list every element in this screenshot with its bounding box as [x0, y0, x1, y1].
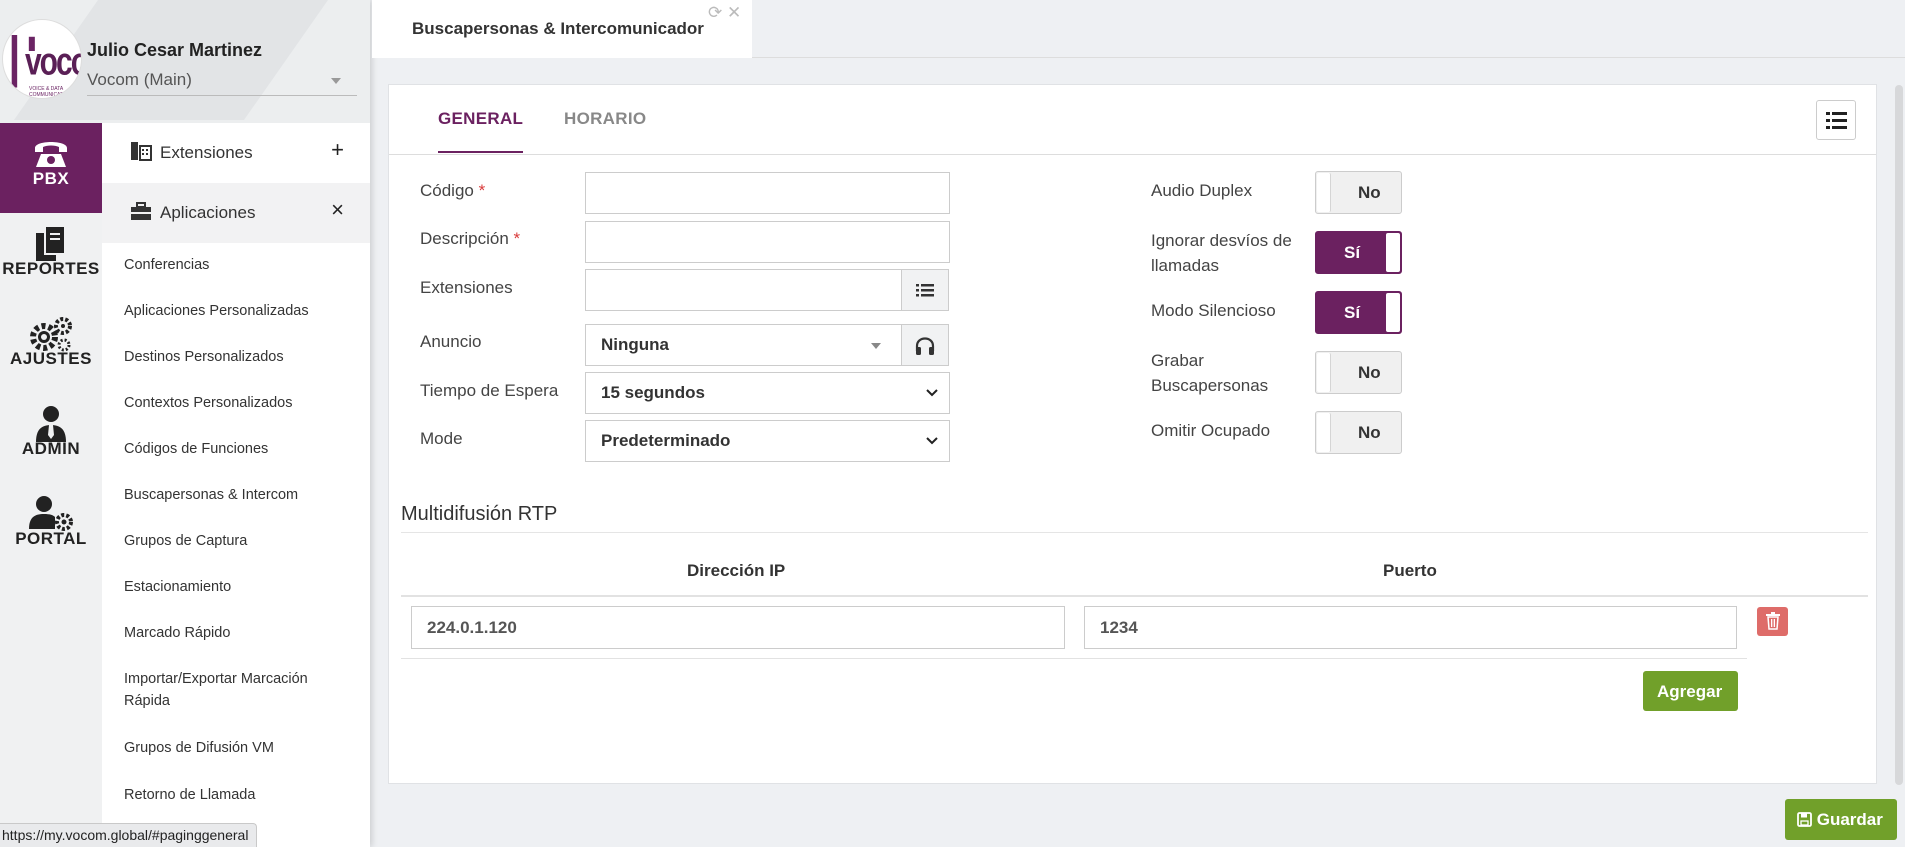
grabar-buscapersonas-toggle[interactable]: No: [1315, 351, 1402, 394]
rtp-ip-input[interactable]: 224.0.1.120: [411, 606, 1065, 649]
expand-icon[interactable]: +: [331, 137, 344, 163]
anuncio-play-button[interactable]: [901, 324, 949, 366]
menu-extensiones[interactable]: Extensiones +: [102, 123, 370, 183]
mode-label: Mode: [420, 429, 463, 448]
extensiones-picker-button[interactable]: [901, 269, 949, 311]
chevron-down-icon: [926, 389, 938, 397]
ip-column-header: Dirección IP: [687, 561, 786, 580]
audio-duplex-label: Audio Duplex: [1151, 181, 1253, 200]
tiempo-label: Tiempo de Espera: [420, 381, 559, 400]
menu-item-buscapersonas[interactable]: Buscapersonas & Intercom: [124, 484, 354, 506]
audio-duplex-toggle[interactable]: No: [1315, 171, 1402, 214]
admin-user-icon: [0, 393, 102, 442]
tenant-select[interactable]: Vocom (Main): [87, 70, 357, 96]
collapse-icon[interactable]: ×: [331, 197, 344, 223]
toolbox-icon: [130, 201, 152, 226]
anuncio-value: Ninguna: [601, 335, 669, 354]
divider: [401, 658, 1747, 659]
document-tab-bar: Buscapersonas & Intercomunicador ⟳ ✕: [372, 0, 1905, 58]
modo-silencioso-label: Modo Silencioso: [1151, 301, 1276, 320]
rail-item-pbx[interactable]: PBX: [0, 123, 102, 213]
rail-item-reportes[interactable]: REPORTES: [0, 213, 102, 303]
anuncio-label: Anuncio: [420, 332, 482, 351]
codigo-input[interactable]: [585, 172, 950, 214]
menu-aplicaciones-label: Aplicaciones: [160, 203, 256, 222]
menu-item-importar-exportar[interactable]: Importar/Exportar Marcación Rápida: [124, 668, 354, 712]
mode-select[interactable]: Predeterminado: [585, 420, 950, 462]
anuncio-select[interactable]: Ninguna: [585, 324, 902, 366]
tiempo-select[interactable]: 15 segundos: [585, 372, 950, 414]
rail-item-admin[interactable]: ADMIN: [0, 393, 102, 483]
list-icon: [916, 284, 934, 297]
module-rail: PBX REPORTES AJUSTES ADMIN PORTAL: [0, 123, 102, 847]
caret-down-icon: [871, 343, 881, 349]
status-bar-url: https://my.vocom.global/#paginggeneral: [0, 823, 258, 847]
building-icon: [130, 141, 152, 166]
phone-icon: [0, 123, 102, 169]
documents-icon: [0, 213, 102, 261]
menu-item-destinos-personalizados[interactable]: Destinos Personalizados: [124, 346, 354, 368]
ignorar-desvios-label: Ignorar desvíos de llamadas: [1151, 231, 1292, 275]
document-tab-title: Buscapersonas & Intercomunicador: [412, 19, 704, 38]
menu-item-grupos-captura[interactable]: Grupos de Captura: [124, 530, 354, 552]
chevron-down-icon: [926, 437, 938, 445]
rtp-section-title: Multidifusión RTP: [401, 503, 558, 525]
delete-row-button[interactable]: [1757, 607, 1788, 636]
guardar-label: Guardar: [1816, 810, 1883, 829]
mode-value: Predeterminado: [601, 431, 731, 450]
user-name: Julio Cesar Martinez: [87, 40, 263, 60]
tenant-label: Vocom (Main): [87, 70, 192, 89]
agregar-button[interactable]: Agregar: [1643, 671, 1738, 711]
codigo-label: Código *: [420, 181, 486, 200]
ignorar-desvios-toggle[interactable]: Sí: [1315, 231, 1402, 274]
sidebar: |' vocom VOICE & DATA COMMUNICATIONS Jul…: [0, 0, 370, 847]
close-icon[interactable]: ✕: [727, 3, 741, 22]
caret-down-icon: [331, 78, 341, 84]
descripcion-label: Descripción *: [420, 229, 521, 248]
rtp-port-input[interactable]: 1234: [1084, 606, 1737, 649]
extensiones-label: Extensiones: [420, 278, 513, 297]
menu-item-marcado-rapido[interactable]: Marcado Rápido: [124, 622, 354, 644]
menu-item-grupos-difusion-vm[interactable]: Grupos de Difusión VM: [124, 737, 354, 759]
rail-item-ajustes[interactable]: AJUSTES: [0, 303, 102, 393]
menu-item-retorno-llamada[interactable]: Retorno de Llamada: [124, 784, 354, 806]
grabar-buscapersonas-label: Grabar Buscapersonas: [1151, 351, 1269, 395]
list-icon: [1826, 112, 1847, 129]
menu-item-contextos-personalizados[interactable]: Contextos Personalizados: [124, 392, 354, 414]
submenu: Extensiones + Aplicaciones × Conferencia…: [102, 123, 370, 847]
user-gear-icon: [0, 483, 102, 531]
guardar-button[interactable]: Guardar: [1785, 799, 1897, 840]
tab-general[interactable]: GENERAL: [438, 109, 524, 153]
content-panel: GENERAL HORARIO Código * Descripción * E…: [388, 84, 1877, 784]
divider: [401, 595, 1868, 597]
modo-silencioso-toggle[interactable]: Sí: [1315, 291, 1402, 334]
descripcion-input[interactable]: [585, 221, 950, 263]
port-column-header: Puerto: [1383, 561, 1437, 580]
list-view-button[interactable]: [1816, 100, 1856, 140]
menu-extensiones-label: Extensiones: [160, 143, 253, 162]
extensiones-input[interactable]: [585, 269, 902, 311]
refresh-icon[interactable]: ⟳: [708, 3, 722, 22]
menu-aplicaciones[interactable]: Aplicaciones ×: [102, 183, 370, 243]
document-tab[interactable]: Buscapersonas & Intercomunicador ⟳ ✕: [372, 0, 752, 58]
trash-icon: [1765, 612, 1780, 630]
tab-horario[interactable]: HORARIO: [564, 109, 646, 151]
user-panel: |' vocom VOICE & DATA COMMUNICATIONS Jul…: [0, 0, 370, 123]
panel-scrollbar[interactable]: [1895, 85, 1903, 785]
form-tabs: GENERAL HORARIO: [389, 85, 1876, 155]
omitir-ocupado-label: Omitir Ocupado: [1151, 421, 1271, 440]
gears-icon: [0, 303, 102, 352]
divider: [401, 532, 1868, 533]
rail-item-portal[interactable]: PORTAL: [0, 483, 102, 573]
omitir-ocupado-toggle[interactable]: No: [1315, 411, 1402, 454]
company-logo: |' vocom VOICE & DATA COMMUNICATIONS: [2, 19, 82, 99]
headphones-icon: [915, 337, 935, 355]
menu-item-conferencias[interactable]: Conferencias: [124, 254, 354, 276]
menu-item-aplicaciones-personalizadas[interactable]: Aplicaciones Personalizadas: [124, 300, 354, 322]
tiempo-value: 15 segundos: [601, 383, 705, 402]
menu-item-codigos-funciones[interactable]: Códigos de Funciones: [124, 438, 354, 460]
menu-item-estacionamiento[interactable]: Estacionamiento: [124, 576, 354, 598]
save-icon: [1797, 810, 1817, 829]
